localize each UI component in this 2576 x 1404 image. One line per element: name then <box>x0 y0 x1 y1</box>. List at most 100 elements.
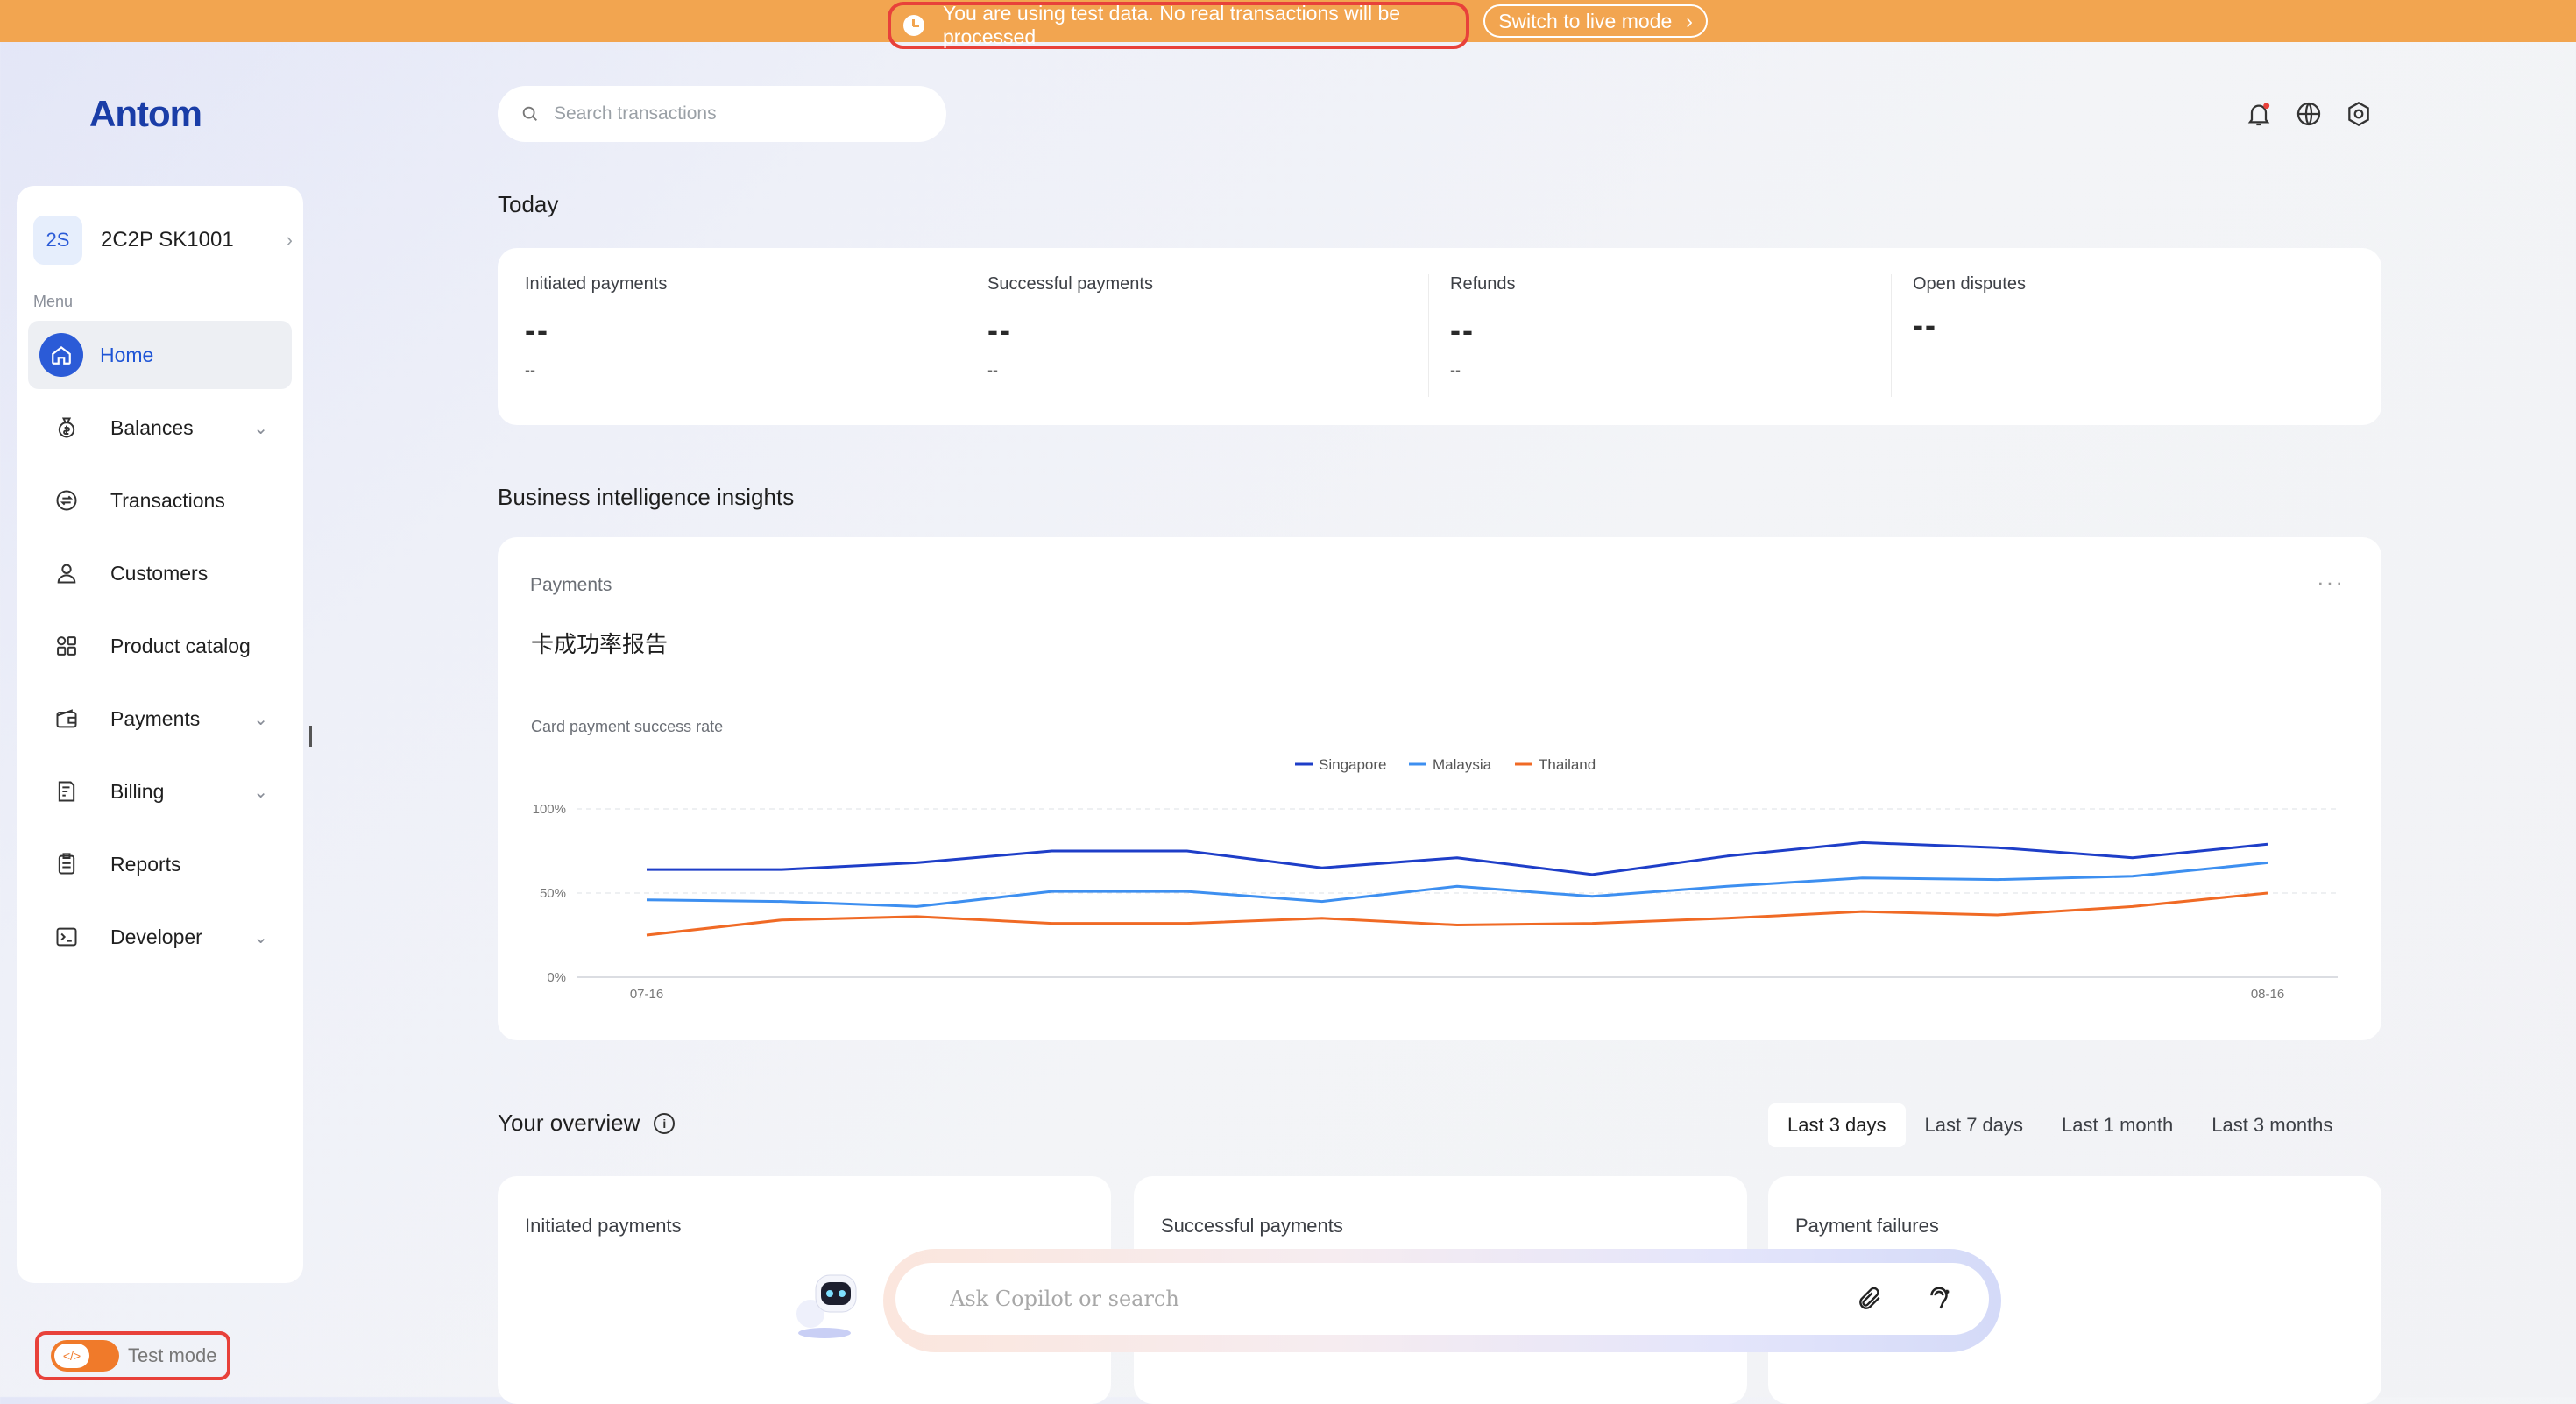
series-line-malaysia <box>646 861 2268 908</box>
tab-last-3-days[interactable]: Last 3 days <box>1768 1103 1906 1147</box>
sidebar-item-label: Payments <box>110 706 201 730</box>
sidebar-item-label: Billing <box>110 779 165 803</box>
sidebar-item-label: Reports <box>110 852 181 876</box>
copilot-robot-icon[interactable] <box>784 1265 865 1340</box>
stat-value: -- <box>987 312 1012 348</box>
stat-initiated-payments: Initiated payments -- -- <box>525 274 963 406</box>
antom-logo[interactable]: Antom <box>89 93 202 135</box>
stat-value: -- <box>1913 307 1937 343</box>
voice-icon[interactable] <box>1924 1283 1954 1313</box>
stat-title: Open disputes <box>1913 274 2026 294</box>
legend-label: Thailand <box>1539 756 1596 773</box>
code-icon: </> <box>54 1344 89 1368</box>
chevron-down-icon: ⌄ <box>253 782 268 802</box>
sidebar-item-reports[interactable]: Reports <box>28 830 292 898</box>
stat-value: -- <box>1450 312 1475 348</box>
attachment-icon[interactable] <box>1856 1285 1884 1313</box>
tab-last-3-months[interactable]: Last 3 months <box>2192 1103 2352 1147</box>
menu-label: Menu <box>33 293 74 310</box>
home-icon <box>39 333 83 377</box>
test-mode-toggle[interactable]: </> Test mode <box>35 1331 230 1380</box>
series-line-singapore <box>647 840 2268 876</box>
sidebar-item-billing[interactable]: Billing ⌄ <box>28 757 292 826</box>
terminal-icon <box>53 924 80 950</box>
sidebar-item-product-catalog[interactable]: Product catalog <box>28 612 292 680</box>
chevron-right-icon: › <box>286 229 293 251</box>
clock-icon <box>903 15 924 36</box>
series-line-thailand <box>646 891 2268 937</box>
x-tick-label: 08-16 <box>2251 987 2284 1002</box>
insights-title: Business intelligence insights <box>498 484 795 510</box>
sidebar-item-home[interactable]: Home <box>28 321 292 389</box>
wallet-icon <box>53 706 80 732</box>
bill-icon <box>53 778 80 805</box>
sidebar-item-transactions[interactable]: Transactions <box>28 466 292 535</box>
stat-sub: -- <box>987 361 998 379</box>
today-title: Today <box>498 191 559 217</box>
test-mode-label: Test mode <box>128 1344 217 1366</box>
copilot-bar <box>883 1249 2001 1352</box>
sidebar-item-label: Home <box>100 343 154 366</box>
sidebar: 2S 2C2P SK1001 › Menu Home Balances ⌄ Tr… <box>17 186 303 1283</box>
chevron-down-icon: ⌄ <box>253 418 268 438</box>
money-bag-icon <box>53 415 80 441</box>
stat-value: -- <box>525 312 549 348</box>
tab-last-7-days[interactable]: Last 7 days <box>1906 1103 2043 1147</box>
y-tick-label: 0% <box>547 970 566 985</box>
stat-sub: -- <box>1450 361 1461 379</box>
stat-sub: -- <box>525 361 535 379</box>
exchange-icon <box>53 487 80 514</box>
search-icon <box>522 106 537 121</box>
y-tick-label: 100% <box>533 802 566 817</box>
stat-refunds: Refunds -- -- <box>1450 274 1888 406</box>
x-tick-label: 07-16 <box>630 987 663 1002</box>
stat-successful-payments: Successful payments -- -- <box>987 274 1426 406</box>
user-icon <box>53 560 80 586</box>
sidebar-item-payments[interactable]: Payments ⌄ <box>28 684 292 753</box>
switch-live-label: Switch to live mode <box>1498 9 1673 32</box>
sidebar-item-label: Transactions <box>110 488 225 512</box>
insights-chart-card: Payments ··· 卡成功率报告 Card payment success… <box>498 537 2381 1040</box>
chevron-right-icon: › <box>1686 9 1693 32</box>
sidebar-resize-handle[interactable] <box>309 726 312 747</box>
report-icon <box>53 851 80 877</box>
switch-to-live-mode-button[interactable]: Switch to live mode › <box>1483 4 1708 38</box>
account-switcher[interactable]: 2S 2C2P SK1001 › <box>33 215 293 266</box>
test-data-message: You are using test data. No real transac… <box>888 2 1469 49</box>
notification-bell-icon[interactable] <box>2245 100 2273 128</box>
tab-last-1-month[interactable]: Last 1 month <box>2042 1103 2192 1147</box>
chevron-down-icon: ⌄ <box>253 927 268 947</box>
y-tick-label: 50% <box>540 886 566 901</box>
copilot-input[interactable] <box>948 1286 1824 1312</box>
copilot-input-wrap[interactable] <box>895 1263 1989 1335</box>
chevron-down-icon: ⌄ <box>253 709 268 729</box>
stat-open-disputes: Open disputes -- <box>1913 274 2351 406</box>
overview-title: Your overview <box>498 1110 640 1136</box>
sidebar-item-customers[interactable]: Customers <box>28 539 292 607</box>
divider <box>1428 274 1429 397</box>
grid-icon <box>53 633 80 659</box>
globe-icon[interactable] <box>2295 100 2323 128</box>
account-avatar: 2S <box>33 216 82 265</box>
test-data-banner: You are using test data. No real transac… <box>0 0 2576 49</box>
search-bar[interactable] <box>498 86 946 142</box>
sidebar-item-label: Balances <box>110 415 194 439</box>
banner-message-text: You are using test data. No real transac… <box>943 2 1401 48</box>
toggle-switch[interactable]: </> <box>51 1340 119 1372</box>
gear-icon[interactable] <box>2345 100 2373 128</box>
overview-header: Your overview i <box>498 1110 676 1137</box>
legend-label: Singapore <box>1319 756 1387 773</box>
stat-title: Refunds <box>1450 274 1516 294</box>
search-input[interactable] <box>552 103 920 125</box>
sidebar-item-label: Customers <box>110 561 209 585</box>
sidebar-item-developer[interactable]: Developer ⌄ <box>28 903 292 971</box>
line-chart: 100% 50% 0% 07-16 08-16 Singapore Malaysia Thai… <box>533 756 2338 1002</box>
range-tabs: Last 3 days Last 7 days Last 1 month Las… <box>1768 1103 2352 1147</box>
stat-title: Initiated payments <box>525 274 668 294</box>
divider <box>1891 274 1892 397</box>
stat-title: Successful payments <box>987 274 1153 294</box>
info-icon[interactable]: i <box>654 1112 676 1134</box>
legend-label: Malaysia <box>1433 756 1492 773</box>
account-name: 2C2P SK1001 <box>101 228 234 252</box>
sidebar-item-balances[interactable]: Balances ⌄ <box>28 394 292 462</box>
